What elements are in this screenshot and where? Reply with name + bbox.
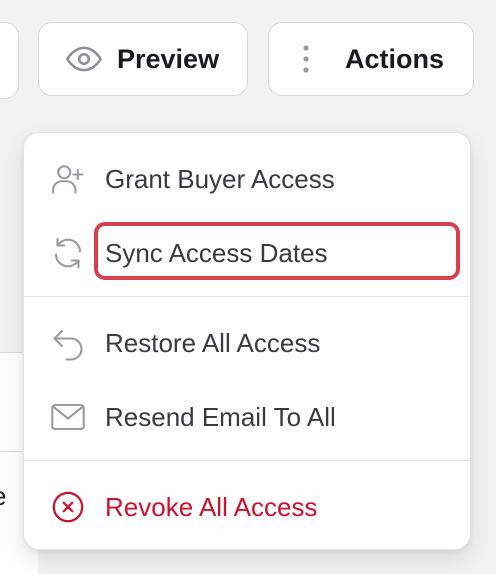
x-circle-icon [50, 489, 86, 525]
mail-icon [50, 399, 86, 435]
menu-item-revoke-all-access[interactable]: Revoke All Access [24, 475, 470, 539]
eye-icon [65, 40, 103, 78]
menu-divider [24, 296, 470, 297]
actions-button-label: Actions [345, 43, 445, 74]
actions-button[interactable]: Actions [268, 22, 474, 96]
menu-item-restore-all-access[interactable]: Restore All Access [24, 311, 470, 375]
vertical-dots-icon [299, 42, 313, 76]
actions-menu: Grant Buyer Access Sync Access Dates Res… [23, 132, 471, 550]
stage: e Preview Actions [0, 0, 496, 574]
partial-button[interactable] [0, 22, 19, 99]
preview-button-label: Preview [117, 43, 220, 74]
menu-item-resend-email-to-all[interactable]: Resend Email To All [24, 385, 470, 449]
menu-divider [24, 460, 470, 461]
menu-item-label: Grant Buyer Access [105, 163, 335, 194]
user-plus-icon [50, 161, 86, 197]
undo-arrow-icon [50, 325, 86, 361]
background-partial-text: e [0, 481, 6, 512]
menu-item-label: Restore All Access [105, 327, 321, 358]
preview-button[interactable]: Preview [38, 22, 248, 96]
menu-item-sync-access-dates[interactable]: Sync Access Dates [24, 221, 470, 285]
menu-item-label: Resend Email To All [105, 401, 336, 432]
sync-icon [50, 235, 86, 271]
menu-item-label: Sync Access Dates [105, 237, 328, 268]
menu-item-grant-buyer-access[interactable]: Grant Buyer Access [24, 147, 470, 211]
menu-item-label: Revoke All Access [105, 491, 318, 522]
